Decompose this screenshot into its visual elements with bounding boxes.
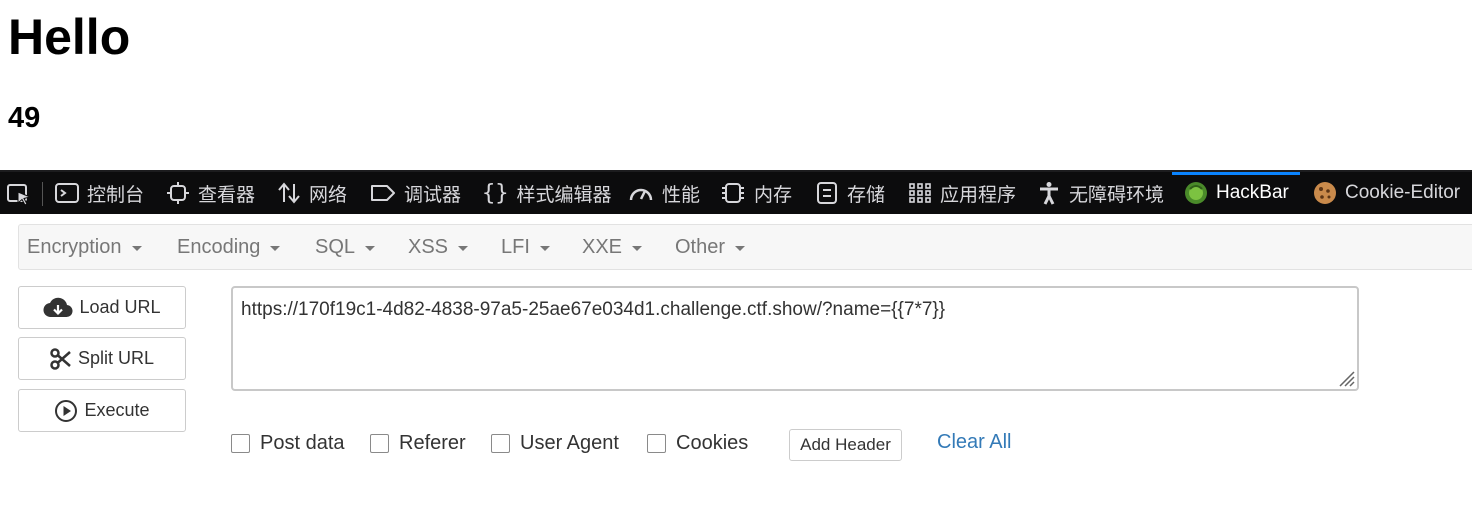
tab-application[interactable]: 应用程序 (908, 172, 1016, 214)
tab-label: 控制台 (87, 184, 145, 206)
clear-all-link[interactable]: Clear All (937, 431, 1011, 454)
toolbar-divider (42, 182, 43, 206)
console-icon (55, 183, 79, 203)
page-heading: Hello (8, 9, 131, 65)
user-agent-option[interactable]: User Agent (491, 432, 619, 455)
tab-debugger[interactable]: 调试器 (370, 172, 461, 214)
debugger-icon (371, 185, 395, 201)
tab-label: 无障碍环境 (1069, 184, 1165, 206)
chevron-down-icon (539, 245, 550, 251)
tab-label: 查看器 (198, 184, 256, 206)
menu-label: XSS (408, 235, 449, 258)
load-url-button[interactable]: Load URL (18, 286, 186, 329)
tab-label: 内存 (754, 184, 793, 206)
menu-sql[interactable]: SQL (315, 225, 376, 269)
performance-icon (629, 188, 653, 201)
cloud-download-icon (43, 297, 73, 317)
devtools-toolbar: 控制台 查看器 网络 调试器 {} 样式编辑器 性能 内存 存储 应用程序 无障… (0, 170, 1472, 214)
tab-network[interactable]: 网络 (277, 172, 347, 214)
cookies-option[interactable]: Cookies (647, 432, 748, 455)
menu-label: SQL (315, 235, 356, 258)
element-picker-icon[interactable] (6, 182, 34, 206)
tab-console[interactable]: 控制台 (55, 172, 144, 214)
tab-label: 网络 (309, 184, 348, 206)
page-result: 49 (8, 102, 41, 134)
referer-checkbox[interactable] (370, 434, 389, 453)
menu-label: Encryption (27, 235, 122, 258)
menu-xxe[interactable]: XXE (582, 225, 643, 269)
execute-button[interactable]: Execute (18, 389, 186, 432)
tab-inspector[interactable]: 查看器 (166, 172, 255, 214)
memory-icon (722, 183, 744, 203)
tab-storage[interactable]: 存储 (815, 172, 885, 214)
tab-style-editor[interactable]: {} 样式编辑器 (482, 172, 612, 214)
play-circle-icon (55, 399, 78, 422)
menu-xss[interactable]: XSS (408, 225, 469, 269)
style-editor-icon: {} (482, 180, 509, 206)
tab-hackbar[interactable]: HackBar (1172, 172, 1300, 214)
web-page: Hello 49 (0, 0, 1472, 170)
menu-label: XXE (582, 235, 623, 258)
chevron-down-icon (458, 245, 469, 251)
user-agent-checkbox[interactable] (491, 434, 510, 453)
chevron-down-icon (632, 245, 643, 251)
referer-option[interactable]: Referer (370, 432, 466, 455)
chevron-down-icon (270, 245, 281, 251)
menu-label: Other (675, 235, 726, 258)
button-label: Load URL (79, 297, 161, 317)
menu-encoding[interactable]: Encoding (177, 225, 281, 269)
cookie-icon (1314, 182, 1336, 204)
button-label: Split URL (77, 348, 155, 368)
application-icon (909, 183, 931, 203)
tab-label: 应用程序 (940, 184, 1017, 206)
tab-label: HackBar (1216, 182, 1289, 203)
chevron-down-icon (735, 245, 746, 251)
tab-memory[interactable]: 内存 (720, 172, 792, 214)
tab-label: 调试器 (404, 184, 462, 206)
menu-label: LFI (501, 235, 530, 258)
option-label: Cookies (676, 432, 749, 454)
post-data-checkbox[interactable] (231, 434, 250, 453)
tab-performance[interactable]: 性能 (628, 172, 700, 214)
tab-label: 性能 (662, 184, 701, 206)
storage-icon (817, 182, 837, 204)
tab-cookie-editor[interactable]: Cookie-Editor (1313, 172, 1460, 214)
split-url-button[interactable]: Split URL (18, 337, 186, 380)
post-data-option[interactable]: Post data (231, 432, 345, 455)
option-label: User Agent (520, 432, 619, 454)
cookies-checkbox[interactable] (647, 434, 666, 453)
resize-handle-icon[interactable] (1335, 367, 1355, 387)
hackbar-menu: Encryption Encoding SQL XSS LFI XXE Othe… (18, 224, 1472, 270)
menu-label: Encoding (177, 235, 261, 258)
hackbar-icon (1185, 182, 1207, 204)
network-icon (278, 182, 300, 204)
option-label: Referer (399, 432, 466, 454)
option-label: Post data (260, 432, 345, 454)
menu-other[interactable]: Other (675, 225, 746, 269)
tab-label: 样式编辑器 (516, 184, 612, 206)
chevron-down-icon (365, 245, 376, 251)
menu-lfi[interactable]: LFI (501, 225, 550, 269)
tab-label: Cookie-Editor (1345, 182, 1461, 203)
tab-label: 存储 (847, 184, 886, 206)
tab-accessibility[interactable]: 无障碍环境 (1037, 172, 1164, 214)
url-input[interactable]: https://170f19c1-4d82-4838-97a5-25ae67e0… (231, 286, 1359, 391)
button-label: Execute (84, 400, 150, 420)
scissors-icon (50, 347, 71, 370)
chevron-down-icon (131, 245, 142, 251)
inspector-icon (167, 182, 189, 204)
menu-encryption[interactable]: Encryption (27, 225, 142, 269)
accessibility-icon (1040, 182, 1058, 205)
add-header-button[interactable]: Add Header (789, 429, 902, 461)
url-text: https://170f19c1-4d82-4838-97a5-25ae67e0… (241, 299, 946, 320)
